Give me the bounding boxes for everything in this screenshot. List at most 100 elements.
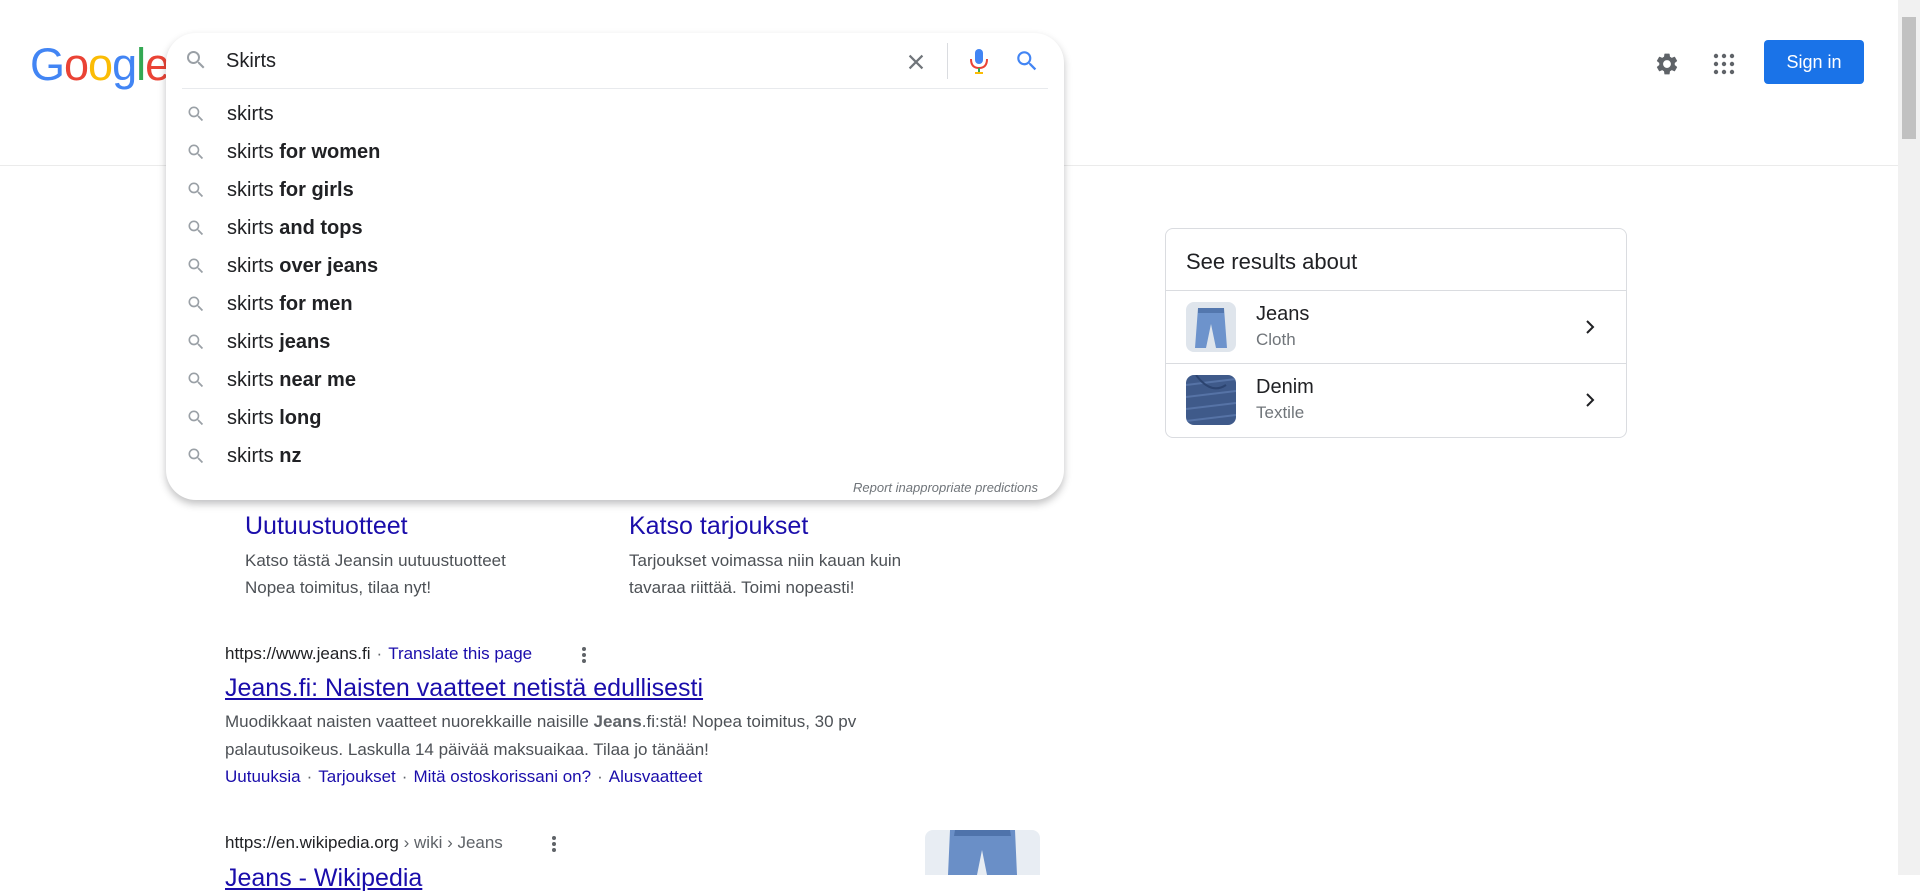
search-row (166, 33, 1064, 89)
voice-search-button[interactable] (963, 45, 995, 77)
search-icon (184, 444, 208, 468)
suggestion-text: skirts over jeans (227, 255, 378, 278)
result-title-link[interactable]: Jeans.fi: Naisten vaatteet netistä edull… (225, 674, 703, 703)
logo-letter: g (112, 39, 137, 90)
entity-name: Denim (1256, 376, 1314, 398)
search-input[interactable] (226, 47, 846, 75)
suggestion-item[interactable]: skirts long (166, 399, 1064, 437)
result-cite: https://en.wikipedia.org (225, 833, 399, 852)
entity-item-jeans[interactable]: Jeans Cloth (1166, 291, 1626, 364)
suggestion-item[interactable]: skirts over jeans (166, 247, 1064, 285)
suggestion-query: skirts (227, 140, 274, 163)
suggestion-item[interactable]: skirts nz (166, 437, 1064, 475)
panel-title: See results about (1186, 249, 1358, 274)
ad-sitelink-title[interactable]: Katso tarjoukset (629, 512, 959, 541)
suggestion-text: skirts long (227, 407, 321, 430)
suggestion-query: skirts (227, 102, 274, 125)
close-icon (908, 54, 924, 70)
suggestion-completion: near me (279, 368, 356, 391)
suggestion-item[interactable]: skirts for girls (166, 171, 1064, 209)
result-sitelink[interactable]: Uutuuksia (225, 767, 301, 786)
chevron-right-icon (1586, 393, 1595, 407)
suggestion-query: skirts (227, 330, 274, 353)
separator: · (376, 644, 383, 663)
result-snippet: Muodikkaat naisten vaatteet nuorekkaille… (225, 708, 905, 764)
report-predictions-link[interactable]: Report inappropriate predictions (853, 480, 1038, 495)
search-icon (184, 102, 208, 126)
suggestion-item[interactable]: skirts (166, 95, 1064, 133)
ad-sitelink: Uutuustuotteet Katso tästä Jeansin uutuu… (245, 512, 575, 601)
google-logo[interactable]: Google (30, 39, 170, 90)
divider (182, 88, 1048, 89)
suggestion-completion: and tops (279, 216, 363, 239)
denim-image (1186, 375, 1236, 425)
result-menu-button[interactable] (572, 643, 596, 667)
suggestion-text: skirts jeans (227, 331, 330, 354)
result-sitelink[interactable]: Alusvaatteet (609, 767, 703, 786)
snippet-text: Muodikkaat naisten vaatteet nuorekkaille… (225, 712, 594, 731)
apps-grid-icon (1713, 53, 1735, 75)
more-vert-icon (582, 647, 586, 663)
result-title-link[interactable]: Jeans - Wikipedia (225, 864, 422, 893)
settings-button[interactable] (1650, 47, 1684, 81)
suggestion-completion: long (279, 406, 322, 429)
suggestion-text: skirts for women (227, 141, 380, 164)
suggestion-text: skirts for girls (227, 179, 354, 202)
search-submit-button[interactable] (1011, 45, 1043, 77)
more-vert-icon (552, 836, 556, 852)
apps-button[interactable] (1707, 47, 1741, 81)
suggestion-completion: nz (279, 444, 302, 467)
result-menu-button[interactable] (542, 832, 566, 856)
divider (947, 43, 948, 79)
suggestion-query: skirts (227, 406, 274, 429)
scrollbar-thumb[interactable] (1902, 17, 1916, 139)
search-icon (184, 368, 208, 392)
suggestion-text: skirts for men (227, 293, 353, 316)
search-icon (1017, 51, 1037, 71)
suggestion-item[interactable]: skirts for men (166, 285, 1064, 323)
search-icon (184, 140, 208, 164)
translate-link[interactable]: Translate this page (388, 644, 532, 663)
suggestion-completion: jeans (279, 330, 331, 353)
suggestion-text: skirts nz (227, 445, 301, 468)
suggestion-text: skirts (227, 103, 274, 126)
separator: · (597, 767, 603, 786)
scrollbar[interactable] (1898, 0, 1920, 875)
clear-search-button[interactable] (901, 47, 931, 77)
result-url: https://www.jeans.fi · Translate this page (225, 644, 532, 664)
entity-item-denim[interactable]: Denim Textile (1166, 364, 1626, 437)
search-icon (184, 254, 208, 278)
entity-name: Jeans (1256, 303, 1310, 325)
suggestion-query: skirts (227, 292, 274, 315)
suggestion-item[interactable]: skirts for women (166, 133, 1064, 171)
ad-sitelink-desc: Katso tästä Jeansin uutuustuotteet (245, 551, 506, 570)
sign-in-button[interactable]: Sign in (1764, 40, 1864, 84)
suggestion-completion: for girls (279, 178, 354, 201)
ad-sitelink-desc: tavaraa riittää. Toimi nopeasti! (629, 578, 855, 597)
jeans-image (925, 830, 1040, 875)
entity-type: Textile (1256, 403, 1305, 422)
suggestion-item[interactable]: skirts near me (166, 361, 1064, 399)
ad-sitelink-desc: Tarjoukset voimassa niin kauan kuin (629, 551, 902, 570)
search-icon (187, 51, 205, 69)
result-cite: https://www.jeans.fi (225, 644, 371, 663)
result-sitelink[interactable]: Mitä ostoskorissani on? (413, 767, 591, 786)
search-icon (184, 216, 208, 240)
entity-thumbnail (1186, 302, 1236, 352)
suggestion-text: skirts near me (227, 369, 356, 392)
see-results-about-panel: See results about Jeans Cloth Denim Text… (1165, 228, 1627, 438)
result-url: https://en.wikipedia.org › wiki › Jeans (225, 833, 503, 853)
suggestion-item[interactable]: skirts and tops (166, 209, 1064, 247)
suggestion-list: skirts skirts for women skirts for girls sk… (166, 95, 1064, 475)
search-icon (184, 406, 208, 430)
suggestion-query: skirts (227, 216, 274, 239)
result-thumbnail[interactable] (925, 830, 1040, 875)
snippet-highlight: Jeans (593, 712, 642, 731)
logo-letter: o (64, 39, 89, 90)
ad-sitelink-title[interactable]: Uutuustuotteet (245, 512, 575, 541)
result-sitelink[interactable]: Tarjoukset (318, 767, 395, 786)
search-icon (184, 178, 208, 202)
suggestion-item[interactable]: skirts jeans (166, 323, 1064, 361)
separator: · (401, 767, 408, 786)
result-sitelinks: Uutuuksia · Tarjoukset · Mitä ostoskorissani… (225, 767, 702, 787)
